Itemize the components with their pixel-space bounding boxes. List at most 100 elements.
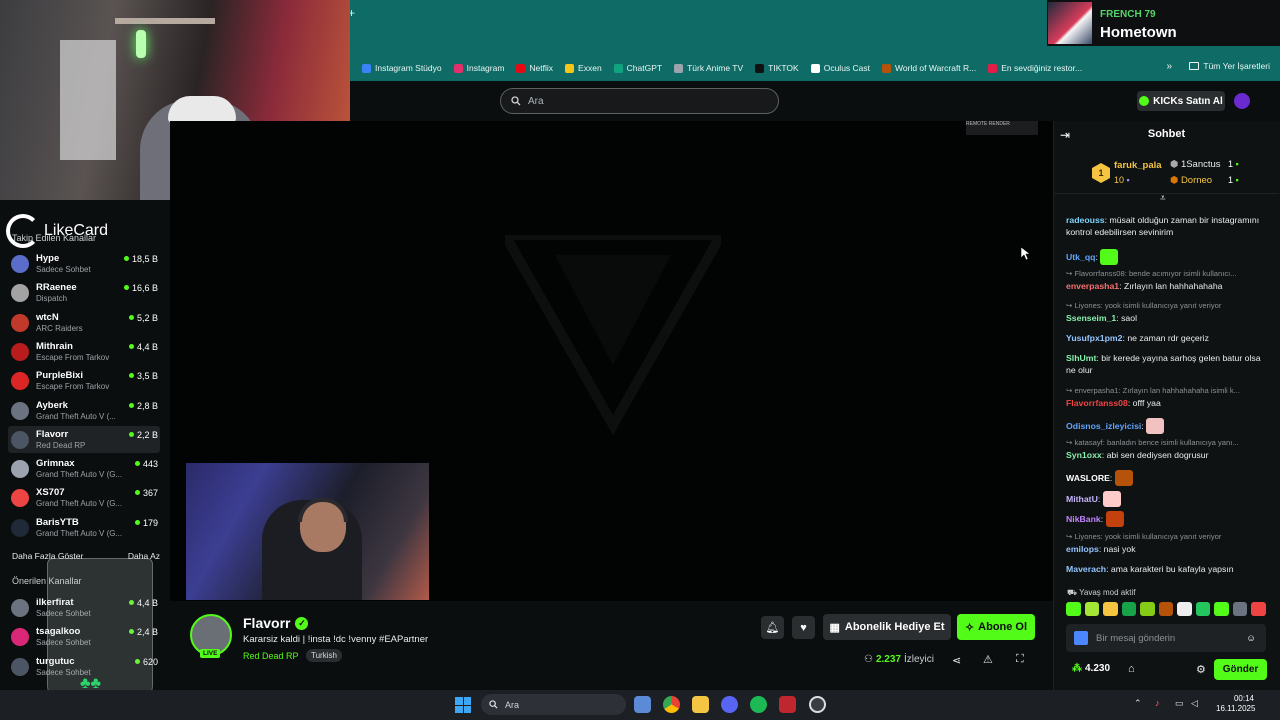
language-tag[interactable]: Turkish xyxy=(306,649,342,662)
chat-username[interactable]: Syn1oxx xyxy=(1066,450,1102,460)
bookmark-item[interactable]: ChatGPT xyxy=(613,63,662,73)
chrome-icon[interactable] xyxy=(663,696,680,713)
clip-icon[interactable]: ⛶ xyxy=(1016,653,1024,666)
discord-icon[interactable] xyxy=(721,696,738,713)
chat-username[interactable]: Flavorrfanss08 xyxy=(1066,398,1128,408)
chat-username[interactable]: Maverach xyxy=(1066,564,1106,574)
all-bookmarks-button[interactable]: Tüm Yer İşaretleri xyxy=(1189,61,1270,71)
bookmark-favicon-icon xyxy=(362,63,371,73)
reply-text: Liyones: yook isimli kullanıcıya yanıt v… xyxy=(1074,532,1222,541)
user-avatar[interactable] xyxy=(1234,93,1250,109)
buy-kicks-button[interactable]: KICKs Satın Al xyxy=(1137,91,1225,111)
emote-icon[interactable] xyxy=(1177,602,1192,616)
channel-item[interactable]: BarisYTB Grand Theft Auto V (G... 179 xyxy=(8,514,160,541)
chat-username[interactable]: MithatU xyxy=(1066,494,1098,504)
gifter-3[interactable]: ⬢ Dorneo xyxy=(1170,175,1212,186)
chat-username[interactable]: Ssenseim_1 xyxy=(1066,313,1116,323)
bookmark-label: Instagram xyxy=(466,63,505,73)
live-dot-icon xyxy=(128,314,134,320)
chat-username[interactable]: NikBank xyxy=(1066,514,1101,524)
chat-settings-icon[interactable]: ⚙ xyxy=(1196,663,1206,676)
channel-item[interactable]: Flavorr Red Dead RP 2,2 B xyxy=(8,425,160,453)
bookmark-item[interactable]: World of Warcraft R... xyxy=(882,63,976,73)
chat-username[interactable]: enverpasha1 xyxy=(1066,281,1119,291)
windows-start-icon[interactable] xyxy=(455,697,471,713)
chat-username[interactable]: Odisnos_izleyicisi xyxy=(1066,421,1141,431)
bookmark-item[interactable]: En sevdiğiniz restor... xyxy=(988,63,1082,73)
report-icon[interactable]: ⚠ xyxy=(983,653,993,666)
taskview-icon[interactable] xyxy=(634,696,651,713)
emote-icon[interactable] xyxy=(1066,602,1081,616)
emote-icon[interactable] xyxy=(1140,602,1155,616)
follow-heart-button[interactable]: ♥ xyxy=(792,616,815,639)
emote-icon[interactable] xyxy=(1103,602,1118,616)
network-icon[interactable]: ▭ xyxy=(1175,698,1184,709)
store-icon[interactable]: ⌂ xyxy=(1128,663,1135,675)
channel-item[interactable]: Mithrain Escape From Tarkov 4,4 B xyxy=(8,338,160,365)
taskbar-search[interactable]: Ara xyxy=(481,694,626,715)
emoji-icon[interactable]: ☺ xyxy=(1246,633,1256,644)
emote-icon[interactable] xyxy=(1121,602,1137,616)
chat-username[interactable]: radeouss xyxy=(1066,215,1105,225)
emote-icon[interactable] xyxy=(1251,602,1267,616)
send-button[interactable]: Gönder xyxy=(1214,659,1267,680)
channel-item[interactable]: PurpleBixi Escape From Tarkov 3,5 B xyxy=(8,367,160,394)
gifter-2-count-value: 1 xyxy=(1228,159,1234,169)
microphone-icon[interactable]: ♪ xyxy=(1155,698,1160,708)
chat-message: Maverach: ama karakteri bu kafayla yapsı… xyxy=(1066,564,1266,576)
obs-icon[interactable] xyxy=(809,696,826,713)
chat-username[interactable]: Utk_qq xyxy=(1066,252,1095,262)
emote-icon[interactable] xyxy=(1232,602,1248,616)
chat-emote xyxy=(1146,418,1165,434)
emote-icon[interactable] xyxy=(1084,602,1100,616)
bookmarks-overflow-button[interactable]: » xyxy=(1166,61,1172,72)
chat-username[interactable]: Yusufpx1pm2 xyxy=(1066,333,1123,343)
notification-bell-button[interactable]: 🔔︎ xyxy=(761,616,784,639)
chat-message: SlhUmt: bir kerede yayına sarhoş gelen b… xyxy=(1066,353,1266,376)
channel-item[interactable]: RRaenee Dispatch 16,6 B xyxy=(8,279,160,306)
bookmark-item[interactable]: Oculus Cast xyxy=(810,63,870,73)
voicemeeter-icon[interactable] xyxy=(779,696,796,713)
bookmark-item[interactable]: Türk Anime TV xyxy=(674,63,743,73)
streamer-name[interactable]: Flavorr xyxy=(243,615,290,631)
channel-points[interactable]: ⁂ 4.230 xyxy=(1072,663,1110,674)
emote-icon[interactable] xyxy=(1214,602,1229,616)
channel-item[interactable]: wtcN ARC Raiders 5,2 B xyxy=(8,309,160,336)
channel-item[interactable]: Hype Sadece Sohbet 18,5 B xyxy=(8,250,160,277)
emote-icon[interactable] xyxy=(1158,602,1174,616)
expand-gifters-icon[interactable]: ⩡ xyxy=(1160,193,1166,204)
search-input[interactable]: Ara xyxy=(500,88,779,114)
taskbar-clock[interactable]: 00:14 16.11.2025 xyxy=(1216,694,1255,715)
emote-icon[interactable] xyxy=(1195,602,1211,616)
chat-username[interactable]: SlhUmt xyxy=(1066,353,1096,363)
chat-username[interactable]: WASLORE xyxy=(1066,473,1110,483)
tray-overflow-icon[interactable]: ⌃ xyxy=(1134,698,1142,709)
reply-icon: ↪ xyxy=(1066,532,1073,541)
spotify-icon[interactable] xyxy=(750,696,767,713)
bookmark-item[interactable]: Instagram xyxy=(453,63,505,73)
volume-icon[interactable]: ◁ xyxy=(1191,698,1198,709)
channel-item[interactable]: Grimnax Grand Theft Auto V (G... 443 xyxy=(8,455,160,482)
share-icon[interactable]: ⋖ xyxy=(952,654,961,667)
chat-reply-context: ↪ Liyones: yook isimli kullanıcıya yanıt… xyxy=(1066,532,1266,542)
emote-picker-icon[interactable] xyxy=(1074,631,1088,645)
channel-item[interactable]: Ayberk Grand Theft Auto V (... 2,8 B xyxy=(8,397,160,424)
stream-mini-overlay: REMOTE RENDER xyxy=(966,121,1038,135)
gifter-2[interactable]: ⬢ 1Sanctus xyxy=(1170,159,1221,170)
bookmark-item[interactable]: Instagram Stüdyo xyxy=(362,63,442,73)
top-gifter-name[interactable]: faruk_pala xyxy=(1114,160,1162,171)
stream-title: Kararsiz kaldi | !insta !dc !venny #EAPa… xyxy=(243,634,429,645)
gift-subscription-button[interactable]: ▦ Abonelik Hediye Et xyxy=(823,614,951,640)
chat-message-input[interactable]: Bir mesaj gönderin ☺ xyxy=(1066,624,1266,652)
bookmark-item[interactable]: TIKTOK xyxy=(755,63,799,73)
stream-category-link[interactable]: Red Dead RP xyxy=(243,651,299,661)
bookmark-item[interactable]: Exxen xyxy=(565,63,602,73)
channel-item[interactable]: XS707 Grand Theft Auto V (G... 367 xyxy=(8,484,160,511)
gifter-3-count-value: 1 xyxy=(1228,175,1234,185)
chat-reply-context: ↪ Flavorrfanss08: bende acımıyor isimli … xyxy=(1066,269,1266,279)
bookmark-item[interactable]: Netflix xyxy=(516,63,553,73)
file-explorer-icon[interactable] xyxy=(692,696,709,713)
subscribe-button[interactable]: ✧ Abone Ol xyxy=(957,614,1035,640)
chat-username[interactable]: emilops xyxy=(1066,544,1099,554)
live-dot-icon xyxy=(123,285,129,291)
